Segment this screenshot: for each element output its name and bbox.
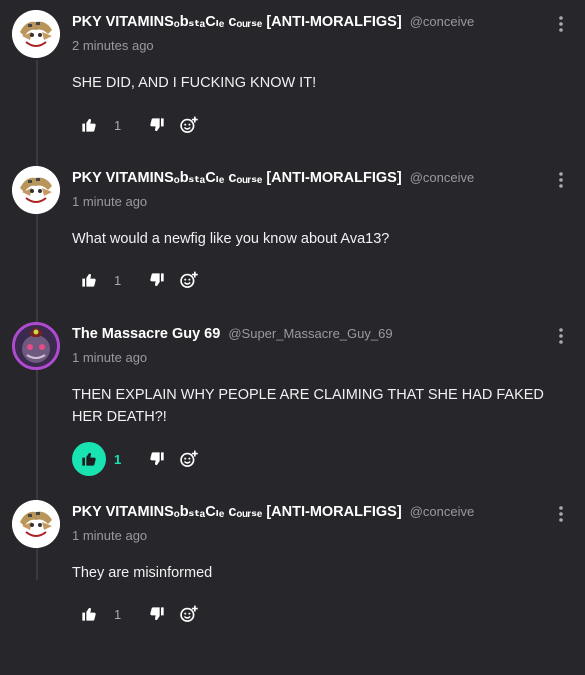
- comment-actions: 1: [72, 263, 204, 297]
- add-reaction-icon: [180, 116, 198, 133]
- user-handle[interactable]: @Super_Massacre_Guy_69: [228, 326, 392, 341]
- more-vertical-icon: [559, 16, 563, 32]
- comment: PKY VITAMINSₒbₛₜₐCₗₑ cₒᵤᵣₛₑ [ANTI-MORALF…: [0, 0, 585, 156]
- thumbs-up-icon: [82, 274, 96, 287]
- user-handle[interactable]: @conceive: [410, 14, 475, 29]
- comment: The Massacre Guy 69 @Super_Massacre_Guy_…: [0, 312, 585, 488]
- user-handle[interactable]: @conceive: [410, 170, 475, 185]
- like-count: 1: [114, 451, 122, 467]
- comment-header: PKY VITAMINSₒbₛₜₐCₗₑ cₒᵤᵣₛₑ [ANTI-MORALF…: [72, 14, 474, 30]
- more-vertical-icon: [559, 506, 563, 522]
- dislike-button[interactable]: [142, 265, 172, 295]
- add-reaction-button[interactable]: [174, 444, 204, 474]
- comment-text: They are misinformed: [72, 565, 213, 581]
- more-vertical-icon: [559, 172, 563, 188]
- comment-header: The Massacre Guy 69 @Super_Massacre_Guy_…: [72, 326, 393, 342]
- comment-actions: 1: [72, 108, 204, 142]
- like-count: 1: [114, 606, 122, 622]
- comment-text: What would a newfig like you know about …: [72, 231, 390, 247]
- dislike-button[interactable]: [142, 444, 172, 474]
- more-options-button[interactable]: [553, 170, 569, 190]
- like-button[interactable]: [72, 442, 106, 476]
- dislike-button[interactable]: [142, 599, 172, 629]
- comment-thread: PKY VITAMINSₒbₛₜₐCₗₑ cₒᵤᵣₛₑ [ANTI-MORALF…: [0, 0, 585, 675]
- thumbs-up-icon: [82, 119, 96, 132]
- dislike-button[interactable]: [142, 110, 172, 140]
- avatar[interactable]: [12, 10, 60, 58]
- username[interactable]: PKY VITAMINSₒbₛₜₐCₗₑ cₒᵤᵣₛₑ [ANTI-MORALF…: [72, 14, 402, 30]
- username[interactable]: PKY VITAMINSₒbₛₜₐCₗₑ cₒᵤᵣₛₑ [ANTI-MORALF…: [72, 170, 402, 186]
- avatar[interactable]: [12, 322, 60, 370]
- more-options-button[interactable]: [553, 326, 569, 346]
- thumbs-down-icon: [150, 452, 164, 465]
- thumbs-down-icon: [150, 273, 164, 286]
- comment: PKY VITAMINSₒbₛₜₐCₗₑ cₒᵤᵣₛₑ [ANTI-MORALF…: [0, 156, 585, 312]
- add-reaction-button[interactable]: [174, 599, 204, 629]
- more-vertical-icon: [559, 328, 563, 344]
- comment: PKY VITAMINSₒbₛₜₐCₗₑ cₒᵤᵣₛₑ [ANTI-MORALF…: [0, 490, 585, 646]
- thumbs-down-icon: [150, 607, 164, 620]
- more-options-button[interactable]: [553, 504, 569, 524]
- comment-actions: 1: [72, 442, 204, 476]
- timestamp: 1 minute ago: [72, 194, 148, 209]
- comment-text: THEN EXPLAIN WHY PEOPLE ARE CLAIMING THA…: [72, 387, 544, 425]
- thumbs-down-icon: [150, 118, 164, 131]
- comment-text: SHE DID, AND I FUCKING KNOW IT!: [72, 75, 317, 91]
- add-reaction-button[interactable]: [174, 265, 204, 295]
- timestamp: 1 minute ago: [72, 350, 148, 365]
- comment-header: PKY VITAMINSₒbₛₜₐCₗₑ cₒᵤᵣₛₑ [ANTI-MORALF…: [72, 170, 474, 186]
- like-button[interactable]: [72, 597, 106, 631]
- thumbs-up-icon: [82, 453, 96, 466]
- add-reaction-button[interactable]: [174, 110, 204, 140]
- add-reaction-icon: [180, 605, 198, 622]
- like-count: 1: [114, 272, 122, 288]
- username[interactable]: PKY VITAMINSₒbₛₜₐCₗₑ cₒᵤᵣₛₑ [ANTI-MORALF…: [72, 504, 402, 520]
- like-count: 1: [114, 117, 122, 133]
- user-handle[interactable]: @conceive: [410, 504, 475, 519]
- comment-header: PKY VITAMINSₒbₛₜₐCₗₑ cₒᵤᵣₛₑ [ANTI-MORALF…: [72, 504, 474, 520]
- username[interactable]: The Massacre Guy 69: [72, 326, 220, 342]
- avatar[interactable]: [12, 166, 60, 214]
- comment-actions: 1: [72, 597, 204, 631]
- like-button[interactable]: [72, 263, 106, 297]
- like-button[interactable]: [72, 108, 106, 142]
- timestamp: 2 minutes ago: [72, 38, 154, 53]
- thumbs-up-icon: [82, 608, 96, 621]
- more-options-button[interactable]: [553, 14, 569, 34]
- add-reaction-icon: [180, 450, 198, 467]
- avatar[interactable]: [12, 500, 60, 548]
- timestamp: 1 minute ago: [72, 528, 148, 543]
- add-reaction-icon: [180, 271, 198, 288]
